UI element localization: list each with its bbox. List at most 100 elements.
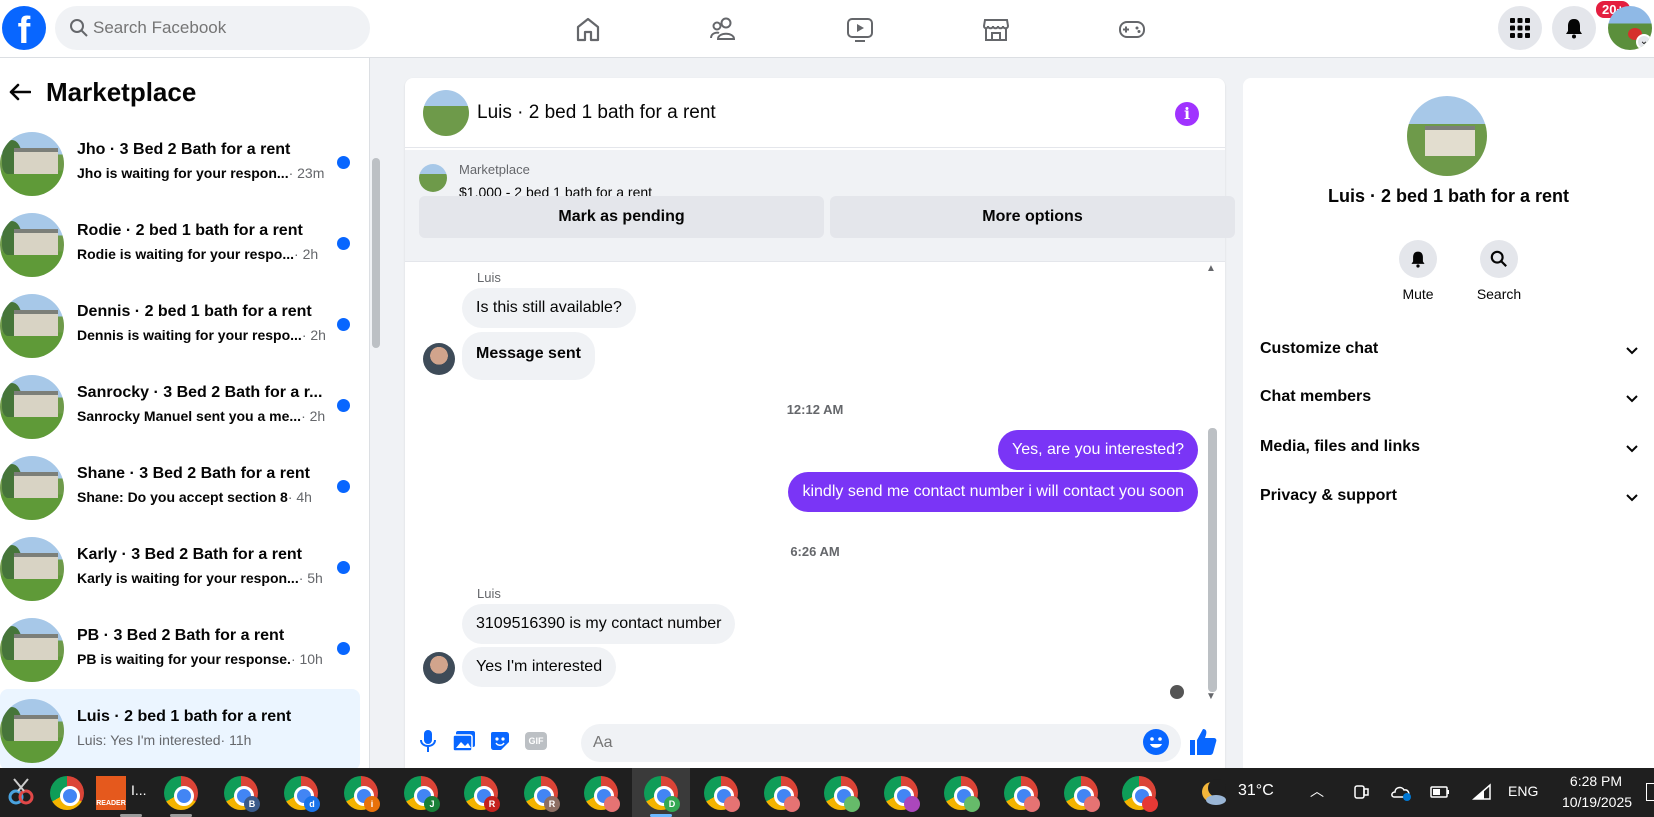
chrome-window-icon-active[interactable]: D [644, 776, 680, 812]
conversation-item[interactable]: Jho · 3 Bed 2 Bath for a rent Jho is wai… [0, 122, 360, 203]
media-files-links-row[interactable]: Media, files and links [1260, 438, 1640, 468]
clock-time[interactable]: 6:28 PM [1560, 773, 1632, 789]
chat-avatar[interactable] [423, 90, 469, 136]
unread-dot [337, 237, 350, 250]
sticker-icon[interactable] [487, 728, 513, 754]
message-composer: GIF [405, 718, 1225, 768]
account-avatar[interactable]: ⌄ [1608, 6, 1652, 50]
conversation-item[interactable]: PB · 3 Bed 2 Bath for a rent PB is waiti… [0, 608, 360, 689]
chat-title[interactable]: Luis · 2 bed 1 bath for a rent [477, 102, 716, 124]
sidebar-scrollbar[interactable] [372, 158, 380, 348]
sender-name: Luis [477, 586, 501, 601]
chrome-window-icon[interactable] [1122, 776, 1158, 812]
meet-now-icon[interactable] [1352, 783, 1370, 801]
chrome-window-icon[interactable] [1004, 776, 1040, 812]
chrome-window-icon[interactable] [884, 776, 920, 812]
wifi-icon[interactable] [1472, 783, 1492, 801]
privacy-support-row[interactable]: Privacy & support [1260, 487, 1640, 517]
conversation-item[interactable]: Karly · 3 Bed 2 Bath for a rent Karly is… [0, 527, 360, 608]
weather-temperature[interactable]: 31°C [1238, 782, 1274, 800]
chrome-window-icon[interactable]: R [464, 776, 500, 812]
message-input-box[interactable] [581, 724, 1181, 762]
message-bubble[interactable]: Is this still available? [462, 288, 636, 328]
info-icon[interactable]: i [1175, 102, 1199, 126]
chat-members-row[interactable]: Chat members [1260, 388, 1640, 418]
nav-friends[interactable] [656, 0, 792, 58]
chevron-up-icon[interactable]: ︿ [1310, 781, 1324, 801]
customize-chat-row[interactable]: Customize chat [1260, 340, 1640, 370]
chrome-window-icon[interactable]: d [284, 776, 320, 812]
mark-pending-button[interactable]: Mark as pending [419, 196, 824, 238]
unread-dot [337, 156, 350, 169]
weather-moon-icon[interactable] [1198, 778, 1228, 808]
chevron-down-icon [1626, 347, 1638, 355]
chrome-window-icon[interactable]: R [524, 776, 560, 812]
chat-scrollbar[interactable] [1208, 428, 1217, 692]
back-arrow-icon[interactable] [0, 74, 40, 110]
conversation-time: · 2h [294, 246, 319, 262]
listing-thumbnail [0, 618, 64, 682]
chrome-window-icon[interactable] [1064, 776, 1100, 812]
chevron-down-icon [1626, 395, 1638, 403]
conversation-snippet: Karly is waiting for your respon...· 5h [77, 570, 323, 586]
message-bubble-outgoing[interactable]: kindly send me contact number i will con… [788, 472, 1198, 512]
scroll-up-arrow-icon[interactable]: ▲ [1206, 263, 1216, 274]
chrome-window-icon[interactable] [164, 776, 198, 810]
conversation-time: · 2h [301, 327, 326, 343]
conversation-item[interactable]: Dennis · 2 bed 1 bath for a rent Dennis … [0, 284, 360, 365]
conversation-snippet: Sanrocky Manuel sent you a me...· 2h [77, 408, 326, 424]
listing-thumbnail[interactable] [1407, 96, 1487, 176]
microphone-icon[interactable] [415, 728, 441, 754]
clock-date[interactable]: 10/19/2025 [1552, 794, 1642, 810]
chrome-window-icon[interactable] [704, 776, 740, 812]
onedrive-icon[interactable] [1390, 783, 1412, 801]
conversation-name: Rodie · 2 bed 1 bath for a rent [77, 222, 303, 239]
chrome-window-icon[interactable] [824, 776, 860, 812]
listing-thumbnail[interactable] [419, 164, 447, 192]
reader-app-icon[interactable]: READER [96, 776, 126, 810]
chrome-window-icon[interactable]: i [344, 776, 380, 812]
more-options-button[interactable]: More options [830, 196, 1235, 238]
facebook-logo[interactable]: f [2, 6, 46, 50]
search-input[interactable] [93, 6, 353, 50]
snipping-tool-icon[interactable] [6, 777, 36, 807]
nav-video[interactable] [792, 0, 928, 58]
message-bubble[interactable]: Yes I'm interested [462, 647, 617, 687]
chrome-window-icon[interactable]: B [224, 776, 260, 812]
chrome-icon[interactable] [50, 776, 84, 810]
chrome-window-icon[interactable] [944, 776, 980, 812]
scroll-down-arrow-icon[interactable]: ▼ [1206, 691, 1216, 702]
nav-home[interactable] [520, 0, 656, 58]
language-indicator[interactable]: ENG [1508, 783, 1538, 799]
show-desktop-icon[interactable] [1646, 783, 1654, 801]
conversation-item[interactable]: Rodie · 2 bed 1 bath for a rent Rodie is… [0, 203, 360, 284]
row-label: Chat members [1260, 388, 1372, 405]
conversation-item[interactable]: Shane · 3 Bed 2 Bath for a rent Shane: D… [0, 446, 360, 527]
battery-icon[interactable] [1430, 785, 1450, 799]
sender-avatar[interactable] [423, 343, 455, 375]
notifications-button[interactable] [1552, 6, 1596, 50]
conversation-name: Shane · 3 Bed 2 Bath for a rent [77, 465, 310, 482]
message-bubble[interactable]: 3109516390 is my contact number [462, 604, 736, 644]
message-bubble-outgoing[interactable]: Yes, are you interested? [998, 430, 1198, 470]
row-label: Privacy & support [1260, 487, 1397, 504]
gif-icon[interactable]: GIF [523, 728, 549, 754]
chrome-window-icon[interactable] [584, 776, 620, 812]
nav-marketplace[interactable] [928, 0, 1064, 58]
message-bubble[interactable]: Message sent [462, 332, 595, 380]
thumbs-up-icon[interactable] [1187, 726, 1219, 758]
menu-button[interactable] [1498, 6, 1542, 50]
conversation-item-active[interactable]: Luis · 2 bed 1 bath for a rent Luis: Yes… [0, 689, 360, 770]
conversation-item[interactable]: Sanrocky · 3 Bed 2 Bath for a r... Sanro… [0, 365, 360, 446]
search-icon [1490, 250, 1507, 267]
mute-button[interactable]: Mute [1383, 240, 1453, 302]
search-box[interactable] [55, 6, 370, 50]
sender-avatar[interactable] [423, 652, 455, 684]
nav-gaming[interactable] [1064, 0, 1200, 58]
chrome-window-icon[interactable] [764, 776, 800, 812]
message-input[interactable] [593, 724, 1113, 762]
emoji-icon[interactable] [1143, 729, 1169, 755]
chrome-window-icon[interactable]: J [404, 776, 440, 812]
photo-icon[interactable] [451, 728, 477, 754]
search-in-chat-button[interactable]: Search [1464, 240, 1534, 302]
